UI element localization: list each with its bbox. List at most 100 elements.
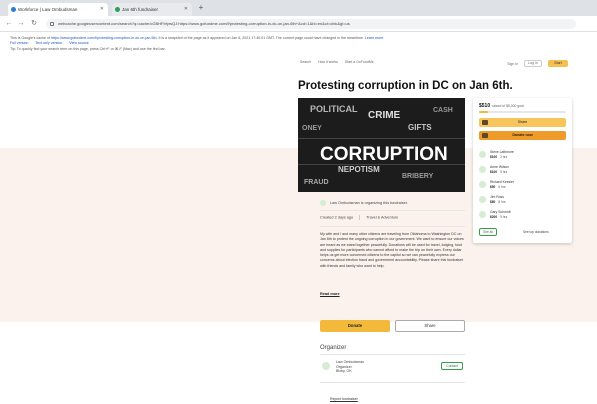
donor-name: Anne Wilson <box>490 165 510 169</box>
donor-avatar-icon <box>479 166 486 173</box>
created-date: Created 2 days ago <box>320 215 354 220</box>
start-button[interactable]: Start <box>548 60 568 67</box>
share-button[interactable]: Share <box>395 320 465 332</box>
amount-raised: $510 raised of $5,000 goal <box>479 103 524 109</box>
sidebar-share-button[interactable]: Share <box>479 118 566 127</box>
cache-source-link[interactable]: https://www.gofundme.com/f/protesting-co… <box>51 36 156 40</box>
text-only-link[interactable]: Text-only version <box>35 41 62 45</box>
reload-icon[interactable]: ↻ <box>29 19 39 29</box>
address-bar[interactable]: webcache.googleusercontent.com/search?q=… <box>46 19 576 29</box>
donor-name: Gary Schmidt <box>490 210 511 214</box>
page-title: Protesting corruption in DC on Jan 6th. <box>298 80 513 92</box>
donor-amount: $50 <box>490 185 496 189</box>
donate-button[interactable]: Donate <box>320 320 390 332</box>
learn-more-link[interactable]: Learn more. <box>365 36 384 40</box>
donor-amount: $100 <box>490 170 498 174</box>
progress-fill <box>479 111 488 113</box>
donor-time: 6 hrs <box>498 185 506 189</box>
browser-tab-2[interactable]: Jan 6th fundraiser ✕ <box>112 3 192 16</box>
divider <box>320 354 465 355</box>
organizer-summary: Law Ombudsman is organizing this fundrai… <box>320 197 465 209</box>
nav-start-gofundme[interactable]: Start a GoFundMe <box>345 60 374 64</box>
contact-button[interactable]: Contact <box>441 362 463 370</box>
donor-avatar-icon <box>479 151 486 158</box>
share-icon <box>482 120 488 125</box>
donor-item: Anne Wilson $100 5 hrs <box>479 163 566 178</box>
donor-time: 2 hrs <box>500 155 508 159</box>
hero-word: CASH <box>433 107 453 114</box>
donor-time: 5 hrs <box>500 170 508 174</box>
close-tab-icon[interactable]: ✕ <box>184 3 188 16</box>
report-fundraiser-link[interactable]: Report fundraiser <box>330 397 358 401</box>
forward-icon[interactable]: → <box>16 19 26 29</box>
organizer-icon <box>320 200 326 206</box>
organizer-name: Law Ombudsman <box>336 360 365 364</box>
organizer-summary-text: Law Ombudsman is organizing this fundrai… <box>330 201 408 205</box>
browser-tab-bar: Workforce | Law Ombudsman ✕ Jan 6th fund… <box>0 0 597 16</box>
hero-word: GIFTS <box>408 123 432 132</box>
donor-item: Richard Kessler $50 6 hrs <box>479 178 566 193</box>
divider <box>320 210 465 211</box>
donor-amount: $200 <box>490 215 498 219</box>
address-text: webcache.googleusercontent.com/search?q=… <box>58 21 350 26</box>
sidebar-donate-button[interactable]: Donate now <box>479 131 566 140</box>
hero-word: CORRUPTION <box>320 144 448 165</box>
see-top-donations-link[interactable]: See top donations <box>523 230 549 234</box>
campaign-meta: Created 2 days ago Travel & Adventure <box>320 215 398 220</box>
tab-label: Jan 6th fundraiser <box>122 7 159 12</box>
hero-word: FRAUD <box>304 179 329 186</box>
browser-toolbar: ← → ↻ webcache.googleusercontent.com/sea… <box>0 16 597 32</box>
donor-time: 8 hrs <box>498 200 506 204</box>
sidebar-donate-label: Donate now <box>512 133 533 137</box>
cache-tip-text: Tip: To quickly find your search term on… <box>10 46 166 51</box>
hero-word: NEPOTISM <box>338 165 380 174</box>
site-header: Search How it works Start a GoFundMe Sig… <box>300 60 570 70</box>
organizer-avatar-icon <box>322 362 330 370</box>
category-link[interactable]: Travel & Adventure <box>366 216 398 220</box>
read-more-link[interactable]: Read more <box>320 292 340 296</box>
favicon-icon <box>11 7 16 12</box>
organizer-card: Law Ombudsman Organizer Bixby, OK Contac… <box>320 356 466 378</box>
view-source-link[interactable]: View source <box>69 41 89 45</box>
full-version-link[interactable]: Full version <box>10 41 28 45</box>
see-all-button[interactable]: See all <box>479 228 497 236</box>
donor-amount: $60 <box>490 200 496 204</box>
amount-value: $510 <box>479 103 491 109</box>
browser-tab-1[interactable]: Workforce | Law Ombudsman ✕ <box>8 3 108 16</box>
lock-icon <box>50 22 54 26</box>
divider <box>320 382 465 383</box>
donor-name: Richard Kessler <box>490 180 514 184</box>
donor-avatar-icon <box>479 196 486 203</box>
donate-icon <box>482 133 488 138</box>
goal-text: raised of $5,000 goal <box>492 104 524 108</box>
hero-word: BRIBERY <box>402 173 434 180</box>
campaign-hero-image: POLITICAL CRIME ONEY GIFTS CORRUPTION NE… <box>298 98 465 192</box>
donor-avatar-icon <box>479 211 486 218</box>
hero-word: CRIME <box>368 110 401 121</box>
close-tab-icon[interactable]: ✕ <box>100 3 104 16</box>
cache-info-text: This is Google's cache of <box>10 36 51 40</box>
donor-name: Steve Lattimore <box>490 150 514 154</box>
sidebar-share-label: Share <box>517 120 528 124</box>
new-tab-button[interactable]: + <box>196 3 206 13</box>
donor-name: Jim Ross <box>490 195 504 199</box>
nav-how-it-works[interactable]: How it works <box>318 60 338 64</box>
login-button[interactable]: Log in <box>524 60 542 67</box>
donor-amount: $100 <box>490 155 498 159</box>
progress-bar <box>479 111 566 113</box>
donor-time: 9 hrs <box>500 215 508 219</box>
campaign-story: My wife and I and many other citizens ar… <box>320 232 464 268</box>
tab-label: Workforce | Law Ombudsman <box>18 7 78 12</box>
cache-info-bar: This is Google's cache of https://www.go… <box>0 33 597 57</box>
nav-search[interactable]: Search <box>300 60 311 64</box>
organizer-location: Bixby, OK <box>336 369 352 374</box>
divider <box>320 226 465 227</box>
donor-avatar-icon <box>479 181 486 188</box>
donor-item: Jim Ross $60 8 hrs <box>479 193 566 208</box>
back-icon[interactable]: ← <box>4 19 14 29</box>
sign-in-link[interactable]: Sign in <box>507 62 518 66</box>
donor-item: Gary Schmidt $200 9 hrs <box>479 208 566 223</box>
cache-info-rest: . It is a snapshot of the page as it app… <box>156 36 364 40</box>
donor-item: Steve Lattimore $100 2 hrs <box>479 148 566 163</box>
organizer-heading: Organizer <box>320 345 347 351</box>
